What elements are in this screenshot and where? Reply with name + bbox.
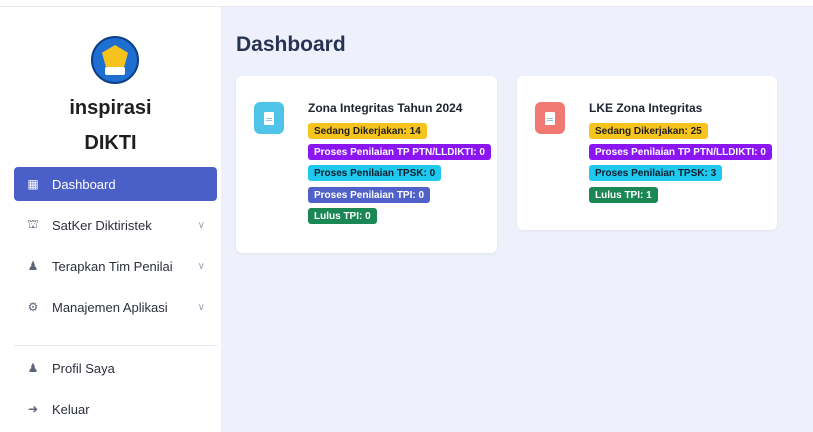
card-title: Zona Integritas Tahun 2024 xyxy=(308,101,463,115)
user-icon: ♟ xyxy=(27,361,39,375)
sidebar-item-manajemen-aplikasi[interactable]: ⚙ Manajemen Aplikasi ∨ xyxy=(14,290,217,324)
status-badge: Sedang Dikerjakan: 25 xyxy=(589,123,708,139)
status-badge: Proses Penilaian TPI: 0 xyxy=(308,187,431,203)
status-badge: Lulus TPI: 0 xyxy=(308,208,377,224)
sidebar-item-satker[interactable]: ⛫ SatKer Diktiristek ∨ xyxy=(14,208,217,242)
sidebar-item-label: SatKer Diktiristek xyxy=(52,217,152,233)
sidebar-item-keluar[interactable]: ➜ Keluar xyxy=(14,392,217,426)
card-lke-zona-integritas[interactable]: LKE Zona Integritas Sedang Dikerjakan: 2… xyxy=(517,76,777,230)
card-zona-integritas[interactable]: Zona Integritas Tahun 2024 Sedang Dikerj… xyxy=(236,76,497,253)
logout-icon: ➜ xyxy=(27,402,39,416)
chevron-down-icon: ∨ xyxy=(197,260,205,272)
gears-icon: ⚙ xyxy=(27,300,39,314)
file-icon xyxy=(535,102,565,134)
tut-wuri-logo-icon xyxy=(91,36,139,84)
status-badge: Proses Penilaian TPSK: 0 xyxy=(308,165,442,181)
status-badge: Lulus TPI: 1 xyxy=(589,187,658,203)
top-bar xyxy=(0,0,813,7)
main-content: Dashboard Zona Integritas Tahun 2024 Sed… xyxy=(221,7,813,432)
sidebar-item-label: Manajemen Aplikasi xyxy=(52,299,168,315)
sidebar: inspirasi DIKTI ▦ Dashboard ⛫ SatKer Dik… xyxy=(0,7,221,432)
sidebar-divider xyxy=(14,345,217,346)
sidebar-item-label: Profil Saya xyxy=(52,360,115,376)
sidebar-item-profil[interactable]: ♟ Profil Saya xyxy=(14,351,217,385)
sidebar-item-label: Keluar xyxy=(52,401,90,417)
page-title: Dashboard xyxy=(236,33,346,56)
card-title: LKE Zona Integritas xyxy=(589,101,703,115)
sidebar-item-label: Dashboard xyxy=(52,176,116,192)
brand-name-line2: DIKTI xyxy=(84,132,137,154)
status-badge: Sedang Dikerjakan: 14 xyxy=(308,123,427,139)
user-edit-icon: ♟ xyxy=(27,259,39,273)
sidebar-item-label: Terapkan Tim Penilai xyxy=(52,258,173,274)
sidebar-item-tim-penilai[interactable]: ♟ Terapkan Tim Penilai ∨ xyxy=(14,249,217,283)
chevron-down-icon: ∨ xyxy=(197,219,205,231)
status-badge: Proses Penilaian TP PTN/LLDIKTI: 0 xyxy=(589,144,772,160)
status-badge: Proses Penilaian TP PTN/LLDIKTI: 0 xyxy=(308,144,491,160)
institution-icon: ⛫ xyxy=(27,217,39,231)
chevron-down-icon: ∨ xyxy=(197,301,205,313)
grid-icon: ▦ xyxy=(27,177,39,191)
status-badge: Proses Penilaian TPSK: 3 xyxy=(589,165,723,181)
file-icon xyxy=(254,102,284,134)
brand-name: inspirasi xyxy=(69,97,152,119)
sidebar-item-dashboard[interactable]: ▦ Dashboard xyxy=(14,167,217,201)
